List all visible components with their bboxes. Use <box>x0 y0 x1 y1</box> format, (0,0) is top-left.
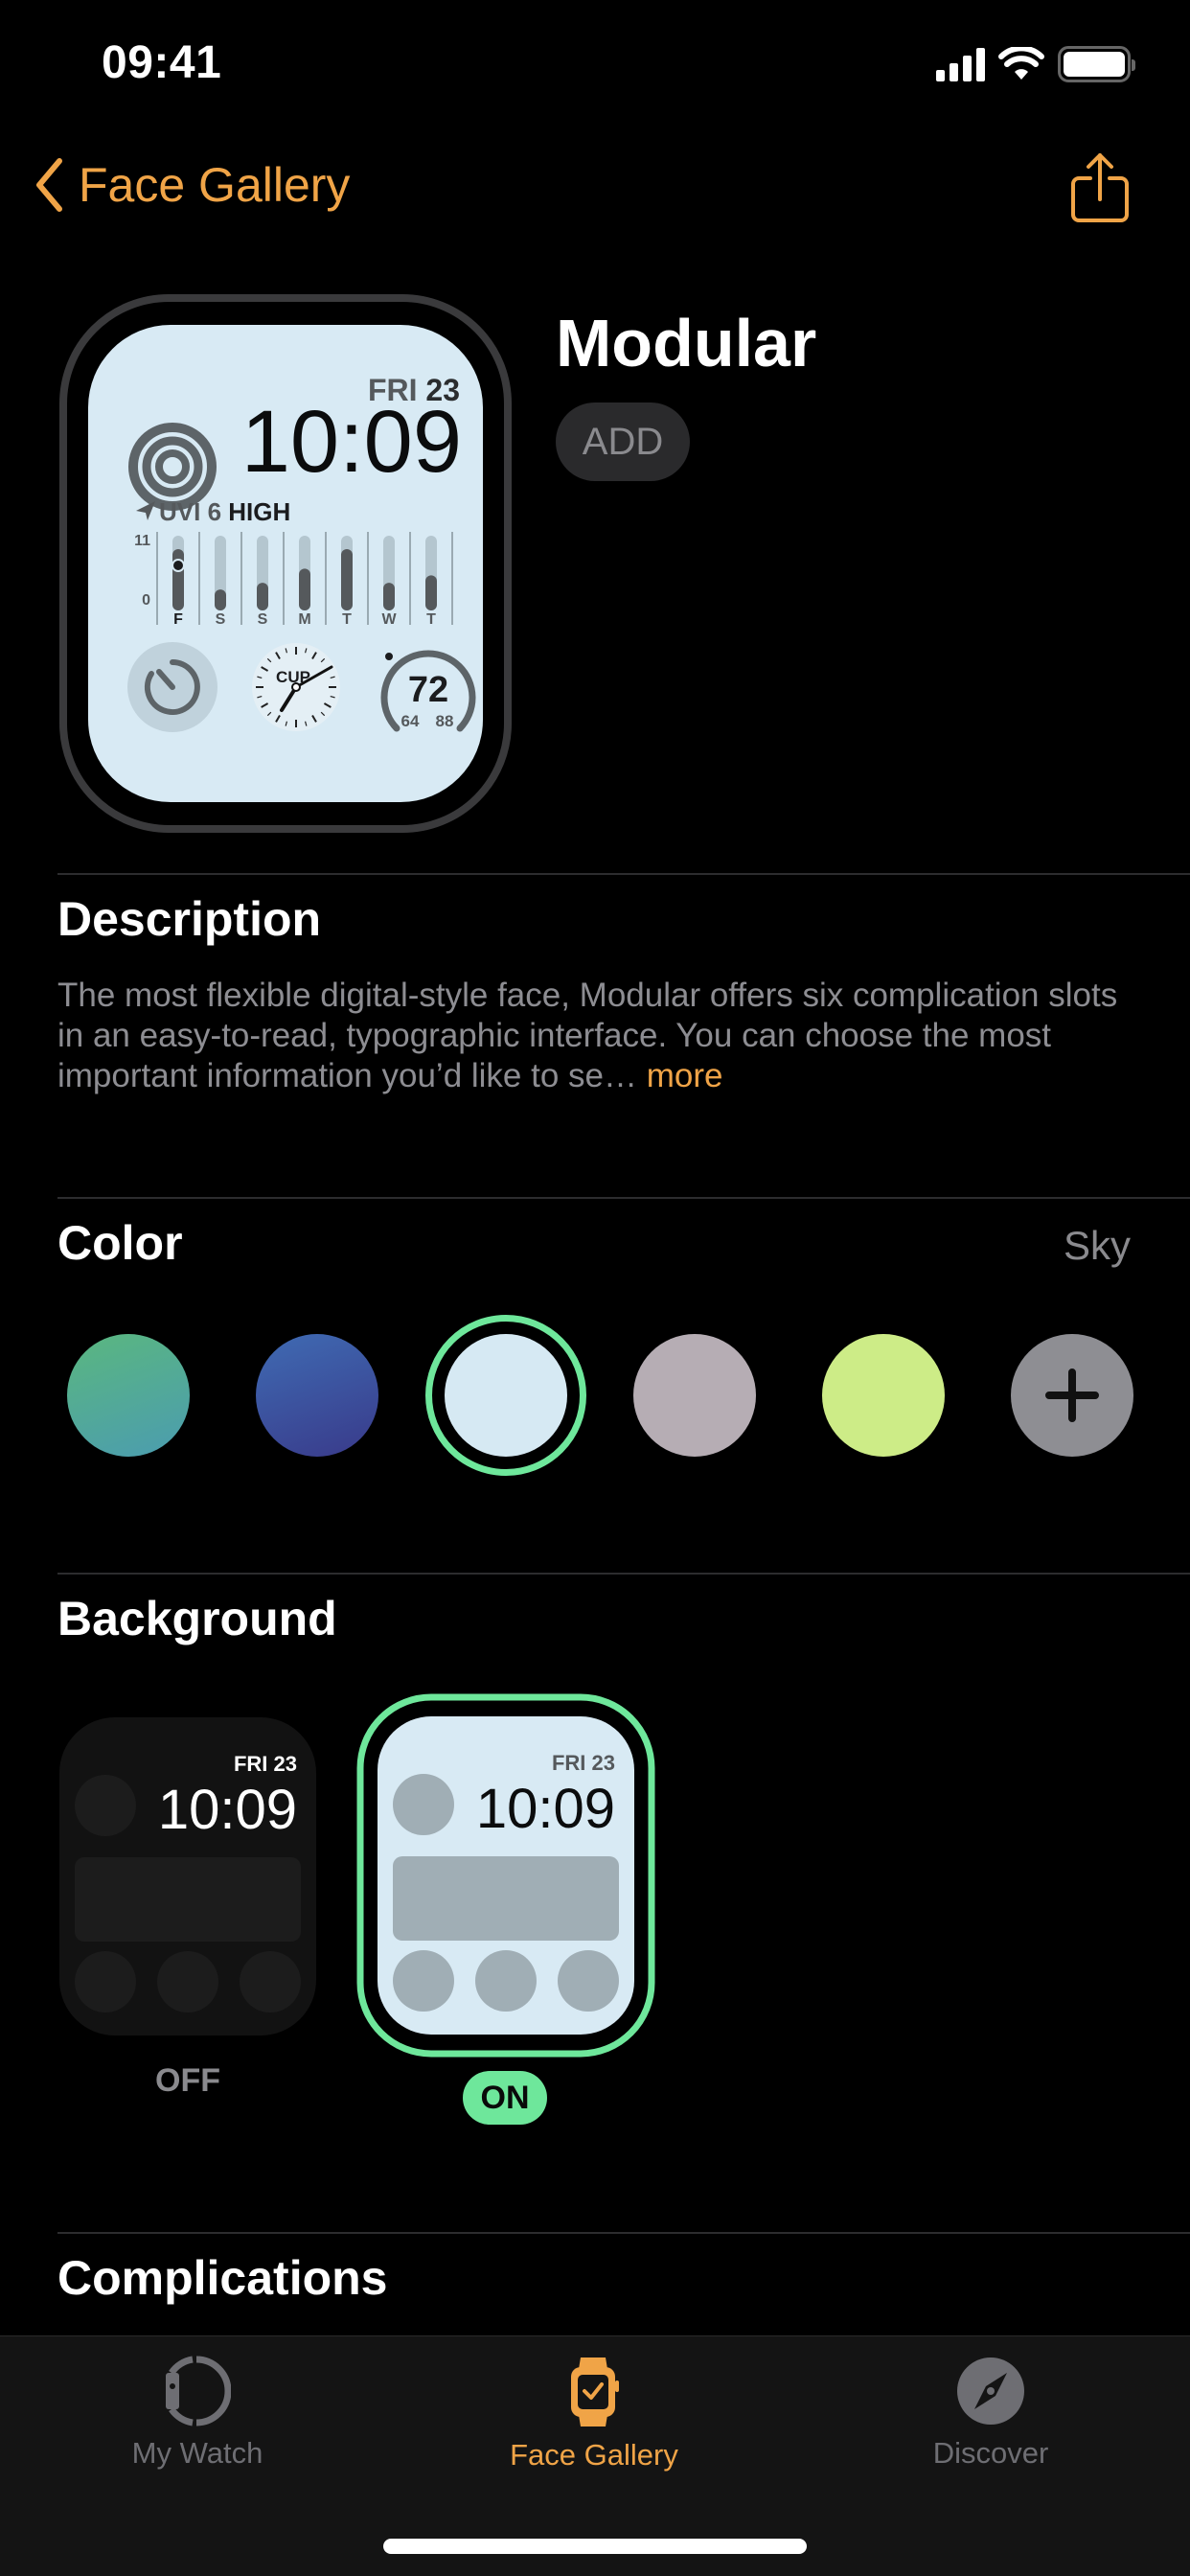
tab-label: My Watch <box>131 2436 263 2470</box>
cellular-signal-icon <box>936 47 985 81</box>
more-link[interactable]: more <box>647 1057 723 1094</box>
complications-title: Complications <box>57 2251 388 2305</box>
tab-label: Discover <box>932 2436 1049 2470</box>
selected-color-name: Sky <box>1063 1223 1131 1268</box>
uvi-day-label: T <box>342 611 352 628</box>
status-bar: 09:41 <box>0 0 1190 134</box>
uvi-label: UVI 6 HIGH <box>159 497 290 526</box>
share-icon[interactable] <box>1069 151 1131 224</box>
uvi-bar <box>299 568 310 610</box>
uvi-bar <box>341 549 353 610</box>
uvi-scale-min: 0 <box>142 592 150 609</box>
uvi-bar <box>383 583 395 610</box>
add-color-button[interactable] <box>1011 1334 1133 1457</box>
background-on-badge: ON <box>463 2071 547 2125</box>
status-icons <box>936 46 1135 82</box>
color-swatch-lavender-gray[interactable] <box>633 1334 756 1457</box>
navigation-bar: Face Gallery <box>0 144 1190 240</box>
color-swatches <box>67 1315 1133 1476</box>
uvi-bar <box>425 575 437 610</box>
tab-my-watch[interactable]: My Watch <box>54 2356 341 2471</box>
uvi-day-label: T <box>426 611 436 628</box>
uvi-day-label: S <box>216 611 226 628</box>
uvi-day-label: W <box>381 611 397 628</box>
bg-on-date: FRI 23 <box>552 1751 615 1775</box>
color-swatch-blue[interactable] <box>256 1334 378 1457</box>
uvi-bar <box>172 549 184 610</box>
face-title: Modular <box>556 306 817 380</box>
background-option-on[interactable]: FRI 23 10:09 <box>356 1693 655 2058</box>
background-title: Background <box>57 1592 337 1645</box>
uvi-current-marker <box>172 559 185 572</box>
watch-face-icon <box>571 2358 619 2426</box>
description-body: The most flexible digital-style face, Mo… <box>57 977 1118 1094</box>
bg-off-time: 10:09 <box>158 1779 297 1841</box>
plus-icon <box>1045 1368 1099 1422</box>
back-button[interactable]: Face Gallery <box>34 157 350 213</box>
description-title: Description <box>57 892 322 946</box>
timer-complication <box>127 642 217 732</box>
world-clock-complication: CUP <box>252 643 340 731</box>
status-time: 09:41 <box>102 37 222 88</box>
tab-face-gallery[interactable]: Face Gallery <box>450 2356 738 2472</box>
face-time: 10:09 <box>241 393 462 491</box>
bg-off-date: FRI 23 <box>234 1752 297 1776</box>
tab-discover[interactable]: Discover <box>847 2356 1134 2471</box>
background-option-off[interactable]: FRI 23 10:09 <box>57 1715 318 2037</box>
divider <box>57 1573 1190 1575</box>
color-title: Color <box>57 1216 183 1270</box>
background-off-label: OFF <box>155 2062 220 2099</box>
wifi-icon <box>998 47 1044 80</box>
watch-face-svg: FRI 23 10:09 UVI 6 HIGH 11 0 FSSMTWT CUP… <box>59 294 512 833</box>
uvi-scale-max: 11 <box>134 533 150 549</box>
watch-face-preview: FRI 23 10:09 UVI 6 HIGH 11 0 FSSMTWT CUP… <box>59 294 512 833</box>
uvi-day-label: S <box>258 611 268 628</box>
temp-low: 64 <box>401 712 420 730</box>
color-swatch-lime[interactable] <box>822 1334 945 1457</box>
watch-side-icon <box>166 2356 231 2426</box>
uvi-bar <box>257 583 268 610</box>
color-swatch-green-teal[interactable] <box>67 1334 190 1457</box>
divider <box>57 2232 1190 2234</box>
tab-label: Face Gallery <box>510 2438 678 2472</box>
battery-icon <box>1058 46 1135 82</box>
uvi-day-label: F <box>173 611 183 628</box>
divider <box>57 873 1190 875</box>
description-text: The most flexible digital-style face, Mo… <box>57 976 1140 1096</box>
add-button[interactable]: ADD <box>556 402 690 481</box>
temp-high: 88 <box>436 712 454 730</box>
uvi-day-label: M <box>298 611 310 628</box>
temp-current: 72 <box>408 670 448 710</box>
back-label: Face Gallery <box>79 158 351 212</box>
chevron-left-icon <box>36 158 62 212</box>
uvi-bar <box>215 589 226 610</box>
color-swatch-sky[interactable] <box>425 1315 586 1476</box>
compass-icon <box>957 2358 1024 2425</box>
bg-on-time: 10:09 <box>476 1778 615 1840</box>
home-indicator[interactable] <box>383 2539 807 2554</box>
divider <box>57 1197 1190 1199</box>
